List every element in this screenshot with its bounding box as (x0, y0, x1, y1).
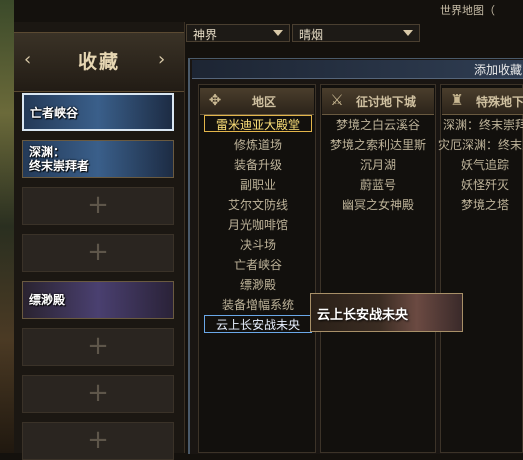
region-item[interactable]: 装备升级 (204, 156, 312, 173)
column-header-label: 地区 (252, 95, 277, 109)
favorite-slot-2[interactable]: 深渊： 终末崇拜者 (22, 140, 174, 178)
dungeon-item[interactable]: 梦境之白云溪谷 (324, 116, 432, 133)
region-item[interactable]: 艾尔文防线 (204, 196, 312, 213)
favorite-slot-1[interactable]: 亡者峡谷 (22, 93, 174, 131)
dungeon-item[interactable]: 幽冥之女神殿 (324, 196, 432, 213)
region-select[interactable]: 晴烟 (292, 24, 420, 42)
region-tooltip: 云上长安战未央 (310, 293, 463, 332)
region-item[interactable]: 云上长安战未央 (204, 315, 312, 333)
favorites-header: ‹ 收藏 › (14, 32, 184, 92)
add-icon: + (87, 425, 109, 455)
special-dungeon-item[interactable]: 妖怪歼灭 (440, 176, 523, 193)
region-select-value: 晴烟 (299, 28, 324, 42)
dialog-title: 添加收藏 (474, 63, 523, 77)
window-title: 世界地图（ (440, 4, 495, 17)
chevron-left-icon[interactable]: ‹ (24, 49, 31, 70)
chevron-down-icon (273, 30, 283, 36)
world-select[interactable]: 神界 (186, 24, 290, 42)
favorite-slot-5[interactable]: 缥渺殿 (22, 281, 174, 319)
favorite-slot-empty[interactable]: + (22, 375, 174, 413)
region-item[interactable]: 副职业 (204, 176, 312, 193)
add-icon: + (87, 331, 109, 361)
crossed-swords-icon: ⚔ (330, 91, 344, 109)
favorite-slot-empty[interactable]: + (22, 422, 174, 460)
favorites-panel: ‹ 收藏 › 亡者峡谷 深渊： 终末崇拜者 + + 缥渺殿 + + + (14, 22, 185, 460)
special-dungeon-item[interactable]: 梦境之塔 (440, 196, 523, 213)
column-header-special: ♜ 特殊地下 (442, 88, 523, 115)
add-icon: + (87, 237, 109, 267)
column-header-region: ✥ 地区 (200, 88, 314, 115)
add-icon: + (87, 190, 109, 220)
region-item[interactable]: 雷米迪亚大殿堂 (204, 115, 312, 132)
region-item[interactable]: 装备增幅系统 (204, 296, 312, 313)
favorite-slot-empty[interactable]: + (22, 328, 174, 366)
favorite-slot-label: 深渊： 终末崇拜者 (29, 145, 90, 173)
region-item[interactable]: 缥渺殿 (204, 276, 312, 293)
background-art (0, 0, 14, 453)
add-icon: + (87, 378, 109, 408)
tooltip-text: 云上长安战未央 (317, 308, 409, 323)
favorite-slot-empty[interactable]: + (22, 187, 174, 225)
chevron-down-icon (403, 30, 413, 36)
special-dungeon-item[interactable]: 深渊：终末崇拜 (440, 116, 523, 133)
chevron-right-icon[interactable]: › (158, 49, 165, 70)
region-item[interactable]: 决斗场 (204, 236, 312, 253)
region-icon: ✥ (208, 91, 222, 109)
column-header-dungeon: ⚔ 征讨地下城 (322, 88, 434, 115)
region-item[interactable]: 修炼道场 (204, 136, 312, 153)
favorites-title: 收藏 (77, 51, 120, 73)
column-header-label: 特殊地下 (476, 95, 523, 109)
dungeon-item[interactable]: 梦境之索利达里斯 (324, 136, 432, 153)
region-item[interactable]: 月光咖啡馆 (204, 216, 312, 233)
dungeon-item[interactable]: 蔚蓝号 (324, 176, 432, 193)
region-item[interactable]: 亡者峡谷 (204, 256, 312, 273)
column-header-label: 征讨地下城 (356, 95, 417, 109)
helmet-icon: ♜ (450, 91, 464, 109)
special-dungeon-item[interactable]: 妖气追踪 (440, 156, 523, 173)
favorite-slot-label: 亡者峡谷 (30, 106, 79, 120)
dungeon-item[interactable]: 沉月湖 (324, 156, 432, 173)
favorite-slot-label: 缥渺殿 (29, 293, 66, 307)
favorite-slot-empty[interactable]: + (22, 234, 174, 272)
special-dungeon-item[interactable]: 灾厄深渊：终末崇 (438, 136, 523, 153)
world-select-value: 神界 (193, 28, 218, 42)
